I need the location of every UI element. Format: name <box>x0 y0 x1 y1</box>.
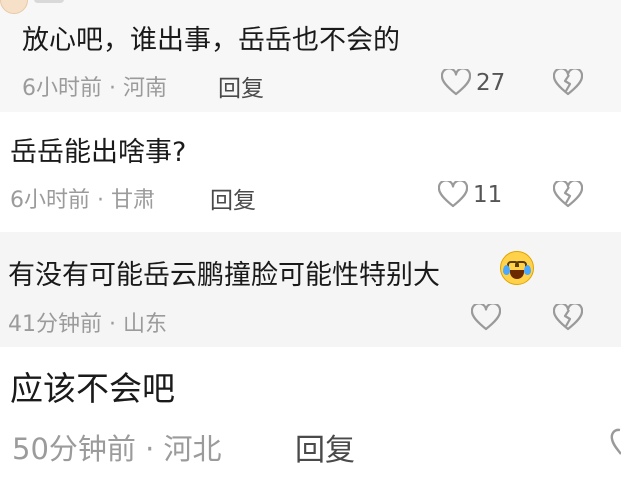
like-count: 27 <box>476 70 506 96</box>
tears-of-joy-emoji <box>500 251 534 285</box>
reply-button[interactable]: 回复 <box>210 181 256 215</box>
broken-heart-icon[interactable] <box>553 69 583 96</box>
comment-text: 应该不会吧 <box>10 369 175 408</box>
comment-text: 放心吧，谁出事，岳岳也不会的 <box>22 25 400 56</box>
heart-outline-icon[interactable] <box>438 181 468 208</box>
broken-heart-icon[interactable] <box>553 181 583 208</box>
comment-meta: 6小时前 · 河南 <box>22 76 167 101</box>
comment-meta: 6小时前 · 甘肃 <box>10 188 155 213</box>
username-fragment <box>34 0 64 3</box>
comment-meta: 41分钟前 · 山东 <box>8 312 167 337</box>
comment-text: 岳岳能出啥事? <box>10 137 187 168</box>
reply-button[interactable]: 回复 <box>295 425 355 469</box>
comment-text: 有没有可能岳云鹏撞脸可能性特别大 <box>8 260 440 291</box>
heart-outline-icon[interactable] <box>441 69 471 96</box>
reply-button[interactable]: 回复 <box>218 69 264 103</box>
comment-meta: 50分钟前 · 河北 <box>12 432 222 466</box>
heart-outline-icon[interactable] <box>610 426 621 460</box>
like-count: 11 <box>473 182 503 208</box>
heart-outline-icon[interactable] <box>471 304 501 331</box>
broken-heart-icon[interactable] <box>553 304 583 331</box>
